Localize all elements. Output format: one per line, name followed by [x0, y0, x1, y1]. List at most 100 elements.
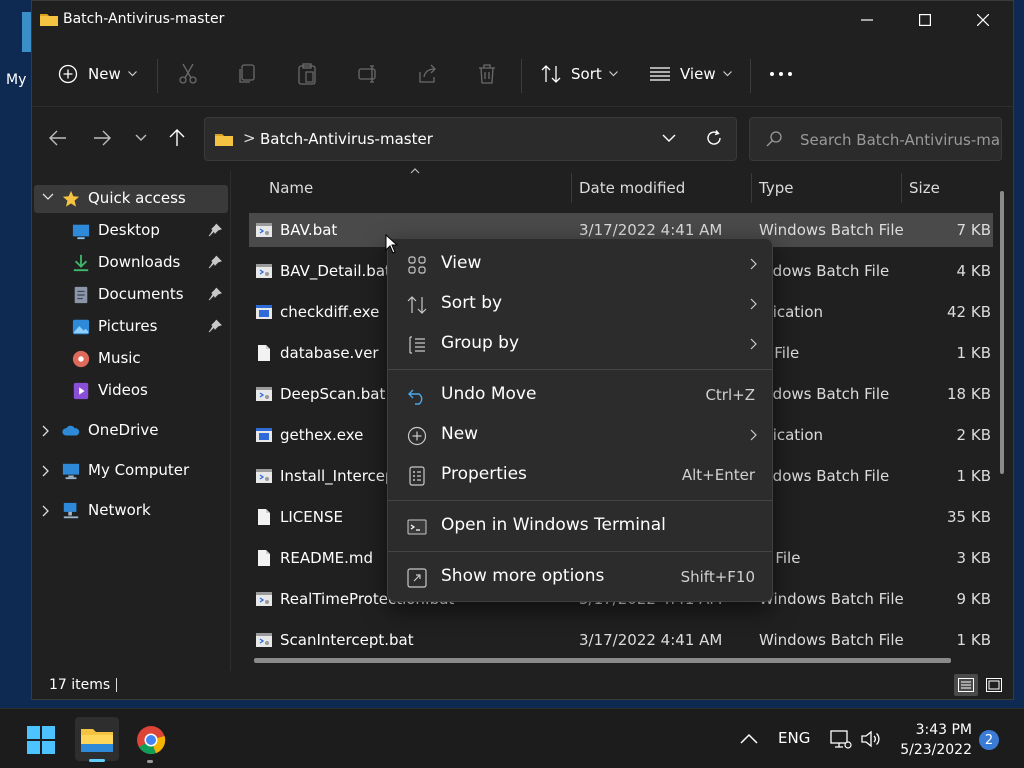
chevron-down-icon	[42, 193, 54, 200]
menu-item-group-by[interactable]: Group by	[393, 324, 767, 364]
forward-button[interactable]	[90, 125, 114, 151]
batch-file-icon	[256, 633, 272, 647]
details-view-button[interactable]	[954, 674, 978, 696]
clock-time: 3:43 PM	[915, 722, 972, 738]
minimize-button[interactable]	[838, 1, 896, 39]
refresh-icon[interactable]	[705, 129, 723, 147]
sort-button[interactable]: Sort	[541, 59, 618, 89]
batch-file-icon	[256, 469, 272, 483]
paste-icon	[298, 63, 316, 85]
recent-locations-button[interactable]	[129, 125, 153, 151]
tiles-view-button[interactable]	[982, 674, 1006, 696]
menu-item-view[interactable]: View	[393, 244, 767, 284]
paste-button[interactable]	[298, 59, 316, 89]
more-button[interactable]	[770, 59, 792, 89]
file-explorer-icon	[81, 729, 113, 752]
share-button[interactable]	[418, 59, 438, 89]
search-placeholder: Search Batch-Antivirus-master	[800, 131, 1001, 149]
column-header-type[interactable]: Type	[759, 179, 793, 197]
file-type: Windows Batch File	[759, 631, 904, 649]
navigation-pane: Quick access Desktop Downloads Documents…	[32, 171, 232, 671]
grid-icon	[408, 256, 426, 274]
batch-file-icon	[256, 387, 272, 401]
delete-button[interactable]	[478, 59, 496, 89]
sort-ascending-icon	[410, 168, 420, 174]
new-button[interactable]: New	[58, 59, 137, 89]
copy-button[interactable]	[238, 59, 256, 89]
documents-icon	[74, 286, 88, 304]
file-explorer-taskbar-button[interactable]	[75, 717, 119, 761]
pin-icon[interactable]	[208, 319, 222, 333]
file-size: 4 KB	[956, 262, 991, 280]
search-input[interactable]: Search Batch-Antivirus-master	[749, 117, 1002, 161]
nav-item-downloads[interactable]: Downloads	[34, 249, 228, 277]
chevron-right-icon	[750, 338, 757, 350]
title-bar[interactable]: Batch-Antivirus-master	[32, 1, 1013, 39]
nav-item-pictures[interactable]: Pictures	[34, 313, 228, 341]
nav-item-onedrive[interactable]: OneDrive	[34, 417, 228, 445]
nav-item-my-computer[interactable]: My Computer	[34, 457, 228, 485]
star-icon	[62, 190, 80, 207]
nav-quick-access[interactable]: Quick access	[34, 185, 228, 213]
nav-item-documents[interactable]: Documents	[34, 281, 228, 309]
file-row[interactable]: ScanIntercept.bat 3/17/2022 4:41 AM Wind…	[249, 623, 993, 657]
maximize-button[interactable]	[896, 1, 954, 39]
menu-item-undo-move[interactable]: Undo Move Ctrl+Z	[393, 375, 767, 415]
chevron-up-icon[interactable]	[740, 733, 758, 745]
pane-divider[interactable]	[230, 171, 231, 671]
terminal-icon	[407, 519, 427, 535]
column-header-size[interactable]: Size	[909, 179, 940, 197]
back-button[interactable]	[46, 125, 70, 151]
horizontal-scrollbar[interactable]	[254, 658, 951, 663]
music-icon	[72, 350, 90, 368]
more-icon	[770, 72, 792, 76]
column-header-name[interactable]: Name	[269, 179, 313, 197]
file-icon	[258, 550, 270, 566]
chrome-icon	[137, 726, 166, 755]
menu-item-shortcut: Shift+F10	[680, 568, 755, 586]
breadcrumb-item[interactable]: Batch-Antivirus-master	[260, 130, 433, 148]
file-size: 9 KB	[956, 590, 991, 608]
vertical-scrollbar[interactable]	[1000, 191, 1004, 474]
language-indicator[interactable]: ENG	[778, 729, 810, 747]
chevron-right-icon	[42, 465, 49, 477]
view-button[interactable]: View	[650, 59, 732, 89]
chevron-right-icon	[42, 425, 49, 437]
start-button[interactable]	[24, 723, 58, 757]
notification-badge[interactable]: 2	[979, 730, 999, 750]
menu-item-open-terminal[interactable]: Open in Windows Terminal	[393, 506, 767, 546]
pin-icon[interactable]	[208, 287, 222, 301]
clock[interactable]: 3:43 PM 5/23/2022	[898, 720, 972, 760]
nav-label: Quick access	[88, 189, 186, 207]
rename-button[interactable]	[358, 59, 380, 89]
tiles-view-icon	[986, 678, 1002, 692]
arrow-left-icon	[49, 130, 66, 146]
network-status-icon[interactable]	[830, 729, 852, 749]
menu-item-label: Group by	[441, 333, 520, 353]
cut-button[interactable]	[178, 59, 198, 89]
pin-icon[interactable]	[208, 255, 222, 269]
up-button[interactable]	[165, 125, 189, 151]
column-divider[interactable]	[901, 173, 902, 203]
column-divider[interactable]	[571, 173, 572, 203]
menu-item-new[interactable]: New	[393, 415, 767, 455]
arrow-right-icon	[94, 130, 111, 146]
chrome-taskbar-button[interactable]	[134, 723, 168, 757]
menu-separator	[388, 500, 772, 501]
nav-item-desktop[interactable]: Desktop	[34, 217, 228, 245]
column-divider[interactable]	[751, 173, 752, 203]
menu-item-properties[interactable]: Properties Alt+Enter	[393, 455, 767, 495]
volume-icon[interactable]	[860, 729, 882, 749]
nav-item-music[interactable]: Music	[34, 345, 228, 373]
nav-item-network[interactable]: Network	[34, 497, 228, 525]
close-button[interactable]	[954, 1, 1012, 39]
running-app-indicator	[147, 760, 153, 763]
address-bar[interactable]: > Batch-Antivirus-master	[204, 117, 737, 161]
nav-item-videos[interactable]: Videos	[34, 377, 228, 405]
menu-item-show-more-options[interactable]: Show more options Shift+F10	[393, 557, 767, 597]
chevron-down-icon[interactable]	[662, 131, 676, 145]
column-header-date[interactable]: Date modified	[579, 179, 685, 197]
menu-item-sort-by[interactable]: Sort by	[393, 284, 767, 324]
pin-icon[interactable]	[208, 223, 222, 237]
nav-label: OneDrive	[88, 421, 159, 439]
